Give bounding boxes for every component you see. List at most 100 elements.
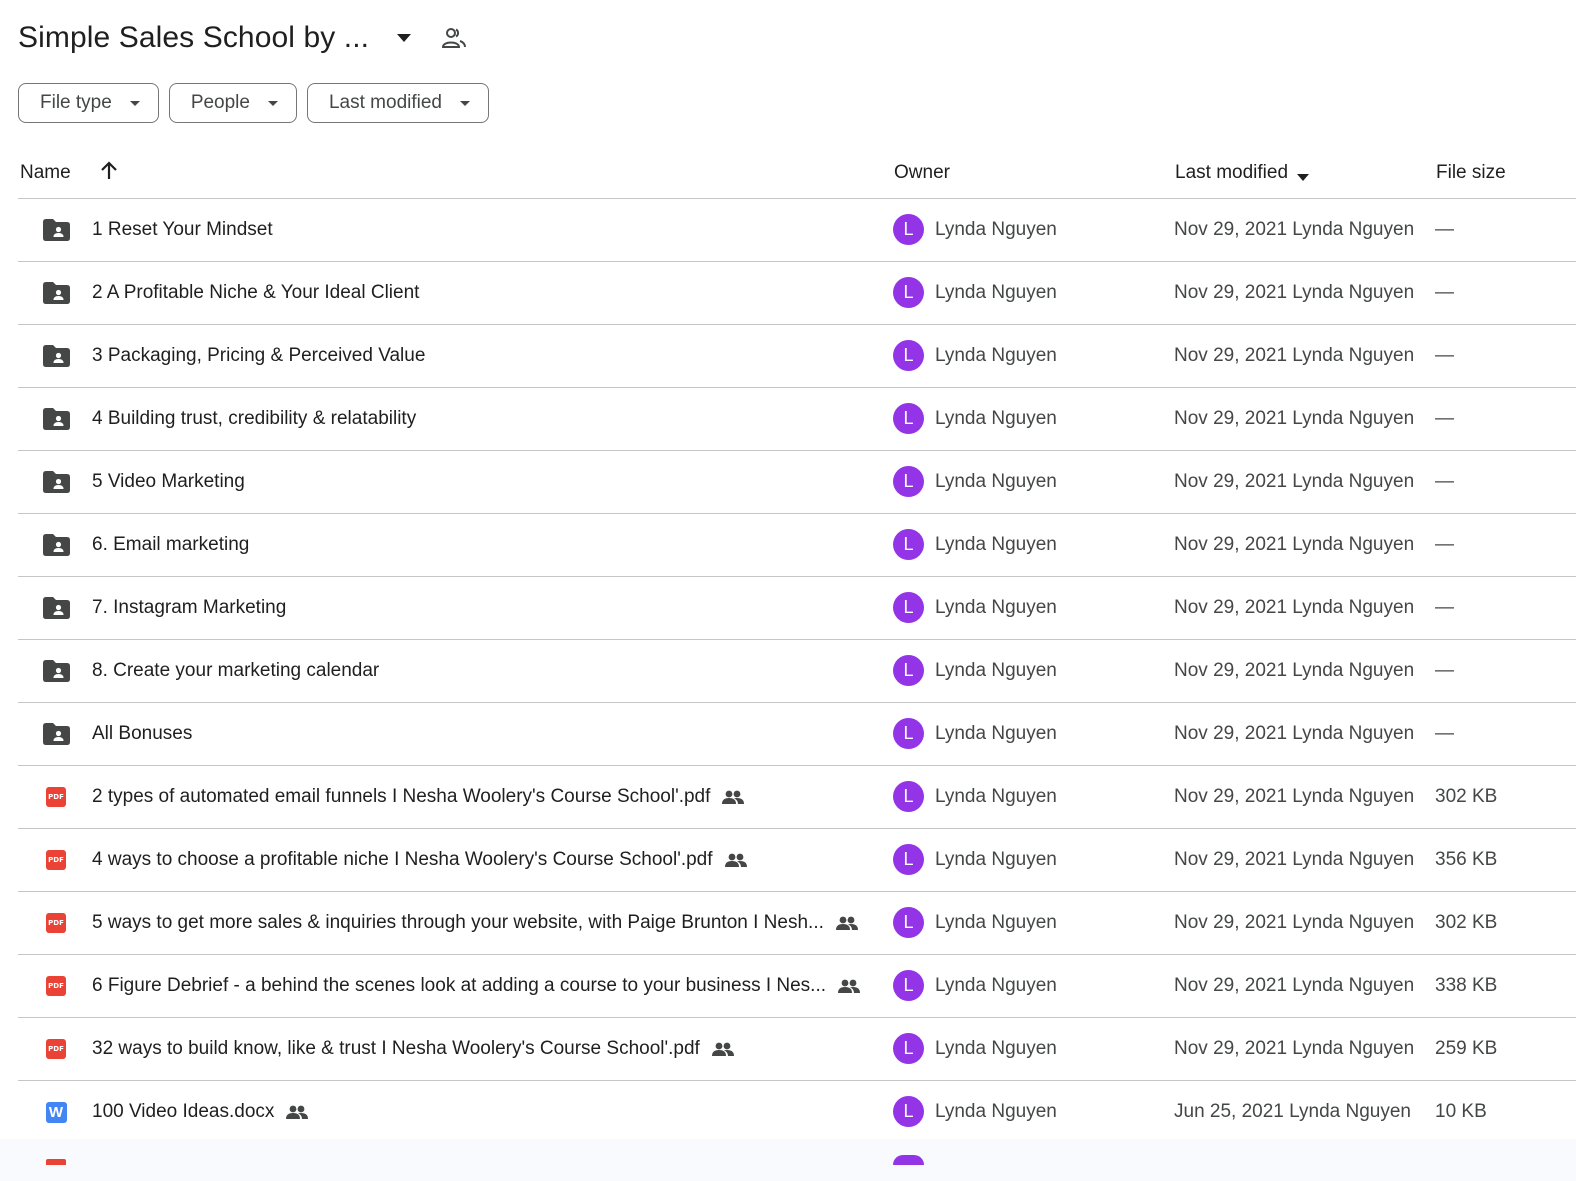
table-row[interactable]: 4 Building trust, credibility & relatabi… bbox=[18, 388, 1576, 451]
owner-name: Lynda Nguyen bbox=[935, 597, 1057, 618]
file-size-value: — bbox=[1435, 282, 1454, 303]
file-size-value: — bbox=[1435, 660, 1454, 681]
file-name[interactable]: All Bonuses bbox=[92, 723, 192, 745]
pdf-badge: PDF bbox=[46, 1039, 66, 1059]
owner-name: Lynda Nguyen bbox=[935, 849, 1057, 870]
owner-name: Lynda Nguyen bbox=[935, 282, 1057, 303]
avatar bbox=[893, 1155, 924, 1165]
last-modified-value: Nov 29, 2021 Lynda Nguyen bbox=[1174, 282, 1415, 303]
folder-title[interactable]: Simple Sales School by ... bbox=[18, 21, 369, 55]
avatar: L bbox=[893, 466, 924, 497]
table-row[interactable]: PDF 6 Figure Debrief - a behind the scene… bbox=[18, 955, 1576, 1018]
avatar: L bbox=[893, 718, 924, 749]
file-name-text: 2 A Profitable Niche & Your Ideal Client bbox=[92, 282, 420, 303]
table-row[interactable]: W 100 Video Ideas.docx L Lynda Nguyen Jun 25… bbox=[18, 1081, 1576, 1144]
file-name[interactable]: 7. Instagram Marketing bbox=[92, 597, 286, 619]
avatar: L bbox=[893, 970, 924, 1001]
owner-name: Lynda Nguyen bbox=[935, 1038, 1057, 1059]
file-name-text: 4 Building trust, credibility & relatabi… bbox=[92, 408, 417, 429]
file-name[interactable]: 100 Video Ideas.docx bbox=[92, 1101, 309, 1123]
last-modified-value: Nov 29, 2021 Lynda Nguyen bbox=[1174, 534, 1415, 555]
last-modified-value: Nov 29, 2021 Lynda Nguyen bbox=[1174, 345, 1415, 366]
shared-people-icon[interactable] bbox=[441, 25, 467, 51]
shared-people-icon bbox=[711, 1042, 734, 1056]
caret-down-icon[interactable] bbox=[395, 29, 413, 47]
file-name-text: 4 ways to choose a profitable niche I Ne… bbox=[92, 849, 713, 870]
table-row[interactable]: 1 Reset Your Mindset L Lynda Nguyen Nov 29,… bbox=[18, 199, 1576, 262]
shared-people-icon bbox=[835, 916, 858, 930]
caret-down-icon[interactable] bbox=[1297, 168, 1309, 186]
table-row[interactable]: 8. Create your marketing calendar L Lynda … bbox=[18, 640, 1576, 703]
table-row[interactable]: 6. Email marketing L Lynda Nguyen Nov 29, 2… bbox=[18, 514, 1576, 577]
last-modified-value: Nov 29, 2021 Lynda Nguyen bbox=[1174, 723, 1415, 744]
last-modified-value: Nov 29, 2021 Lynda Nguyen bbox=[1174, 471, 1415, 492]
folder-header: Simple Sales School by ... bbox=[18, 14, 467, 62]
file-name-text: 5 Video Marketing bbox=[92, 471, 245, 492]
table-row[interactable]: 5 Video Marketing L Lynda Nguyen Nov 29, 20… bbox=[18, 451, 1576, 514]
shared-folder-icon bbox=[42, 469, 70, 495]
file-name-text: 32 ways to build know, like & trust I Ne… bbox=[92, 1038, 700, 1059]
file-name[interactable]: 5 Video Marketing bbox=[92, 471, 245, 493]
word-badge: W bbox=[45, 1101, 67, 1123]
last-modified-value: Nov 29, 2021 Lynda Nguyen bbox=[1174, 219, 1415, 240]
file-name-text: 6 Figure Debrief - a behind the scenes l… bbox=[92, 975, 827, 996]
avatar: L bbox=[893, 844, 924, 875]
file-name[interactable]: 8. Create your marketing calendar bbox=[92, 660, 379, 682]
owner-name: Lynda Nguyen bbox=[935, 219, 1057, 240]
table-row[interactable]: PDF 5 ways to get more sales & inquiries … bbox=[18, 892, 1576, 955]
last-modified-value: Nov 29, 2021 Lynda Nguyen bbox=[1174, 597, 1415, 618]
table-row[interactable]: All Bonuses L Lynda Nguyen Nov 29, 2021 Lyn… bbox=[18, 703, 1576, 766]
file-list: 1 Reset Your Mindset L Lynda Nguyen Nov 29,… bbox=[18, 199, 1576, 1144]
column-last-modified[interactable]: Last modified bbox=[1175, 162, 1288, 184]
table-row[interactable]: PDF 4 ways to choose a profitable niche I… bbox=[18, 829, 1576, 892]
table-row[interactable]: PDF 32 ways to build know, like & trust I… bbox=[18, 1018, 1576, 1081]
file-name[interactable]: 1 Reset Your Mindset bbox=[92, 219, 273, 241]
file-name[interactable]: 32 ways to build know, like & trust I Ne… bbox=[92, 1038, 734, 1060]
filter-label: Last modified bbox=[328, 92, 442, 113]
shared-folder-icon bbox=[42, 532, 70, 558]
file-name[interactable]: 6 Figure Debrief - a behind the scenes l… bbox=[92, 975, 861, 997]
avatar: L bbox=[893, 529, 924, 560]
avatar: L bbox=[893, 592, 924, 623]
avatar: L bbox=[893, 214, 924, 245]
column-name[interactable]: Name bbox=[20, 162, 71, 184]
last-modified-filter[interactable]: Last modified bbox=[306, 83, 489, 123]
avatar: L bbox=[893, 781, 924, 812]
file-size-value: — bbox=[1435, 408, 1454, 429]
file-name-text: 7. Instagram Marketing bbox=[92, 597, 287, 618]
file-size-value: 259 KB bbox=[1435, 1038, 1498, 1059]
file-name[interactable]: 3 Packaging, Pricing & Perceived Value bbox=[92, 345, 425, 367]
shared-people-icon bbox=[724, 853, 747, 867]
shared-people-icon bbox=[838, 979, 861, 993]
last-modified-value: Nov 29, 2021 Lynda Nguyen bbox=[1174, 849, 1415, 870]
caret-down-icon bbox=[460, 100, 470, 106]
file-name[interactable]: 2 types of automated email funnels I Nes… bbox=[92, 786, 745, 808]
table-row[interactable]: 2 A Profitable Niche & Your Ideal Client… bbox=[18, 262, 1576, 325]
file-name[interactable]: 4 ways to choose a profitable niche I Ne… bbox=[92, 849, 747, 871]
owner-name: Lynda Nguyen bbox=[935, 471, 1057, 492]
pdf-file-icon: PDF bbox=[42, 847, 70, 873]
file-name[interactable]: 2 A Profitable Niche & Your Ideal Client bbox=[92, 282, 419, 304]
arrow-up-icon[interactable] bbox=[98, 160, 120, 182]
pdf-badge: PDF bbox=[46, 913, 66, 933]
file-name-text: 2 types of automated email funnels I Nes… bbox=[92, 786, 711, 807]
file-name[interactable]: 6. Email marketing bbox=[92, 534, 249, 556]
file-name[interactable]: 5 ways to get more sales & inquiries thr… bbox=[92, 912, 858, 934]
shared-folder-icon bbox=[42, 406, 70, 432]
pdf-file-icon bbox=[46, 1159, 66, 1165]
owner-name: Lynda Nguyen bbox=[935, 408, 1057, 429]
avatar: L bbox=[893, 655, 924, 686]
file-size-value: — bbox=[1435, 597, 1454, 618]
owner-name: Lynda Nguyen bbox=[935, 975, 1057, 996]
file-name[interactable]: 4 Building trust, credibility & relatabi… bbox=[92, 408, 416, 430]
table-row[interactable]: 3 Packaging, Pricing & Perceived Value L L… bbox=[18, 325, 1576, 388]
people-filter[interactable]: People bbox=[168, 83, 297, 123]
table-row[interactable]: 7. Instagram Marketing L Lynda Nguyen Nov 2… bbox=[18, 577, 1576, 640]
file-size-value: 302 KB bbox=[1435, 786, 1498, 807]
owner-name: Lynda Nguyen bbox=[935, 912, 1057, 933]
file-type-filter[interactable]: File type bbox=[18, 83, 159, 123]
last-modified-value: Nov 29, 2021 Lynda Nguyen bbox=[1174, 408, 1415, 429]
avatar: L bbox=[893, 403, 924, 434]
pdf-badge: PDF bbox=[46, 976, 66, 996]
table-row[interactable]: PDF 2 types of automated email funnels I … bbox=[18, 766, 1576, 829]
